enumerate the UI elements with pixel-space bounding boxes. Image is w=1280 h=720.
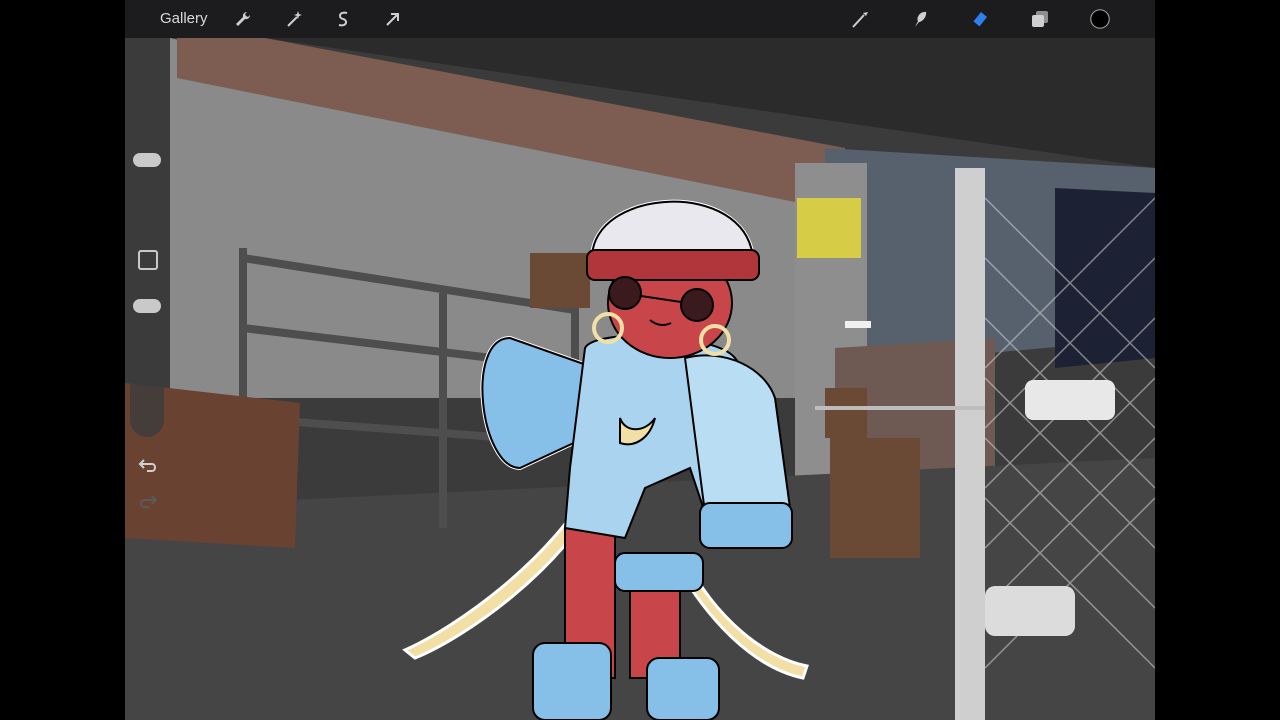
procreate-app: Gallery [125, 0, 1155, 720]
opacity-slider[interactable] [130, 287, 164, 437]
wrench-icon[interactable] [231, 7, 255, 31]
crate-top [530, 253, 590, 308]
arrow-cursor-icon[interactable] [381, 7, 405, 31]
layers-icon[interactable] [1028, 7, 1052, 31]
hat-band [586, 249, 760, 281]
eraser-icon[interactable] [968, 7, 992, 31]
top-toolbar: Gallery [125, 0, 1155, 38]
toilet [1025, 380, 1115, 420]
redo-icon[interactable] [137, 492, 159, 512]
pillar-yellow-stripe [797, 198, 861, 258]
canvas-artwork [125, 38, 1155, 720]
selection-s-icon[interactable] [331, 7, 355, 31]
opacity-slider-thumb[interactable] [133, 299, 161, 314]
color-swatch-button[interactable] [1087, 6, 1113, 32]
magic-wand-icon[interactable] [282, 7, 306, 31]
smudge-icon[interactable] [908, 7, 932, 31]
undo-icon[interactable] [137, 456, 159, 476]
modify-square-icon[interactable] [138, 250, 158, 270]
brush-size-slider-thumb[interactable] [133, 153, 161, 168]
crate-right [830, 438, 920, 558]
brush-icon[interactable] [848, 7, 872, 31]
drawing-canvas[interactable] [125, 38, 1155, 720]
brush-size-slider[interactable] [130, 82, 164, 227]
fence-post [955, 168, 985, 720]
left-sidebar [130, 82, 166, 522]
gallery-button[interactable]: Gallery [160, 10, 208, 27]
